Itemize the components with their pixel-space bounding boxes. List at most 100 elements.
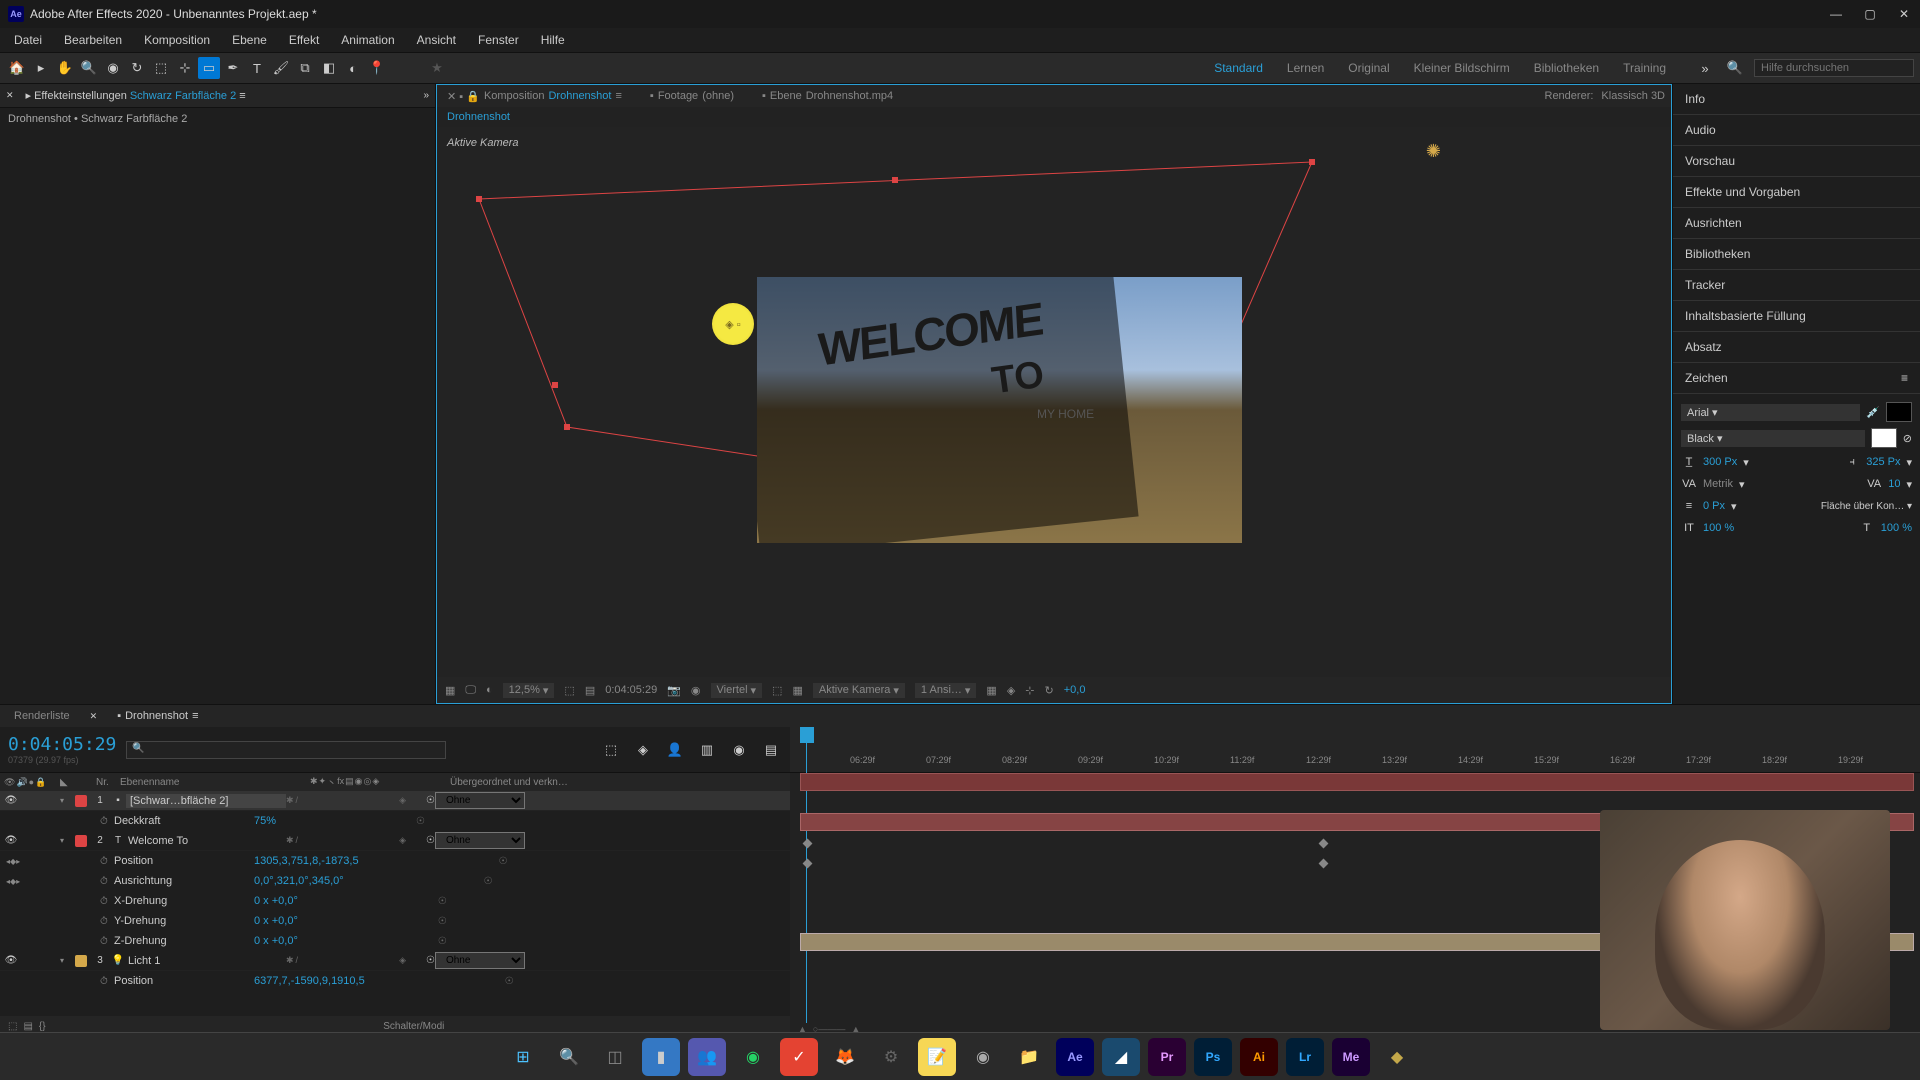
panel-bibliotheken[interactable]: Bibliotheken	[1673, 239, 1920, 270]
mask-icon[interactable]: ◐	[486, 684, 493, 696]
layer-name[interactable]: [Schwar…bfläche 2]	[126, 794, 286, 808]
pen-tool[interactable]: ✒	[222, 57, 244, 79]
selection-tool[interactable]: ▸	[30, 57, 52, 79]
property-row[interactable]: ⏱Y-Drehung0 x +0,0°☉	[0, 911, 790, 931]
panel-vorschau[interactable]: Vorschau	[1673, 146, 1920, 177]
layer-color-label[interactable]	[75, 795, 87, 807]
task-view-button[interactable]: ◫	[596, 1038, 634, 1076]
expression-pickwhip-icon[interactable]: ☉	[505, 976, 514, 987]
graph-editor-icon[interactable]: ▤	[760, 739, 782, 761]
view-camera-dropdown[interactable]: Aktive Kamera ▾	[813, 683, 905, 698]
vscale-value[interactable]: 100 %	[1703, 522, 1734, 534]
hand-tool[interactable]: ✋	[54, 57, 76, 79]
shy-icon[interactable]: ◣	[60, 777, 68, 788]
expression-pickwhip-icon[interactable]: ☉	[438, 896, 447, 907]
stopwatch-icon[interactable]: ⏱	[100, 896, 114, 907]
camera-tool[interactable]: ⬚	[150, 57, 172, 79]
video-column-icon[interactable]: 👁	[4, 777, 15, 788]
close-tab-icon[interactable]: ✕	[6, 90, 14, 101]
panel-audio[interactable]: Audio	[1673, 115, 1920, 146]
switch-icon[interactable]: ✦	[319, 776, 327, 789]
light-icon[interactable]: ✺	[1426, 141, 1441, 162]
switch[interactable]: ✱	[286, 835, 294, 846]
property-value[interactable]: 6377,7,-1590,9,1910,5	[254, 975, 365, 987]
layer-row[interactable]: 👁▾1▪[Schwar…bfläche 2]✱ /◈☉Ohne	[0, 791, 790, 811]
stopwatch-icon[interactable]: ⏱	[100, 976, 114, 987]
app-firefox[interactable]: 🦊	[826, 1038, 864, 1076]
toggle-modes-icon[interactable]: ▤	[23, 1021, 32, 1032]
clone-tool[interactable]: ⧉	[294, 57, 316, 79]
switch-icon[interactable]: fx	[337, 776, 344, 789]
no-color-icon[interactable]: ⊘	[1903, 432, 1912, 445]
leading-value[interactable]: 325 Px	[1866, 456, 1900, 468]
parent-dropdown[interactable]: Ohne	[435, 952, 525, 969]
snapshot-icon[interactable]: 📷	[667, 684, 681, 697]
menu-bearbeiten[interactable]: Bearbeiten	[54, 30, 132, 50]
property-value[interactable]: 0 x +0,0°	[254, 915, 298, 927]
tab-close-icon[interactable]: ✕	[90, 711, 98, 722]
type-tool[interactable]: T	[246, 57, 268, 79]
property-value[interactable]: 0 x +0,0°	[254, 935, 298, 947]
stroke-color-swatch[interactable]	[1871, 428, 1897, 448]
panel-effekte-und-vorgaben[interactable]: Effekte und Vorgaben	[1673, 177, 1920, 208]
switch-icon[interactable]: ◈	[372, 776, 379, 789]
effect-controls-tab[interactable]: ▸ Effekteinstellungen Schwarz Farbfläche…	[18, 86, 254, 105]
font-style-dropdown[interactable]: Black ▾	[1681, 430, 1865, 447]
composition-viewport[interactable]: Aktive Kamera ✺ WELCOME TO MY HOME ◈ ▫	[437, 127, 1671, 677]
app-whatsapp[interactable]: ◉	[734, 1038, 772, 1076]
time-display[interactable]: 0:04:05:29	[605, 684, 657, 696]
app-media-encoder-alt[interactable]: ◢	[1102, 1038, 1140, 1076]
next-keyframe-icon[interactable]: ▸	[16, 877, 20, 886]
zoom-dropdown[interactable]: 12,5% ▾	[503, 683, 555, 698]
expression-pickwhip-icon[interactable]: ☉	[416, 816, 425, 827]
switch-icon[interactable]: ◎	[364, 776, 372, 789]
pixel-aspect-icon[interactable]: ▦	[986, 684, 996, 697]
roto-tool[interactable]: ◐	[342, 57, 364, 79]
keyframe-diamond[interactable]	[803, 839, 813, 849]
next-keyframe-icon[interactable]: ▸	[16, 857, 20, 866]
start-button[interactable]: ⊞	[504, 1038, 542, 1076]
keyframe-diamond[interactable]	[1319, 839, 1329, 849]
font-size-value[interactable]: 300 Px	[1703, 456, 1737, 468]
layer-color-label[interactable]	[75, 955, 87, 967]
expression-pickwhip-icon[interactable]: ☉	[438, 916, 447, 927]
frame-blend-icon[interactable]: ▥	[696, 739, 718, 761]
app-media-encoder[interactable]: Me	[1332, 1038, 1370, 1076]
audio-column-icon[interactable]: 🔊	[16, 777, 27, 788]
pickwhip-icon[interactable]: ☉	[426, 795, 435, 806]
switch[interactable]: ✱	[286, 955, 294, 966]
toggle-in-out-icon[interactable]: {}	[39, 1021, 46, 1032]
comp-tab-komposition[interactable]: ✕ ▪ 🔒 Komposition Drohnenshot ≡	[443, 88, 626, 105]
app-premiere[interactable]: Pr	[1148, 1038, 1186, 1076]
motion-blur-icon[interactable]: ◉	[728, 739, 750, 761]
property-value[interactable]: 75%	[254, 815, 276, 827]
switch[interactable]: /	[296, 795, 299, 806]
property-row[interactable]: ⏱X-Drehung0 x +0,0°☉	[0, 891, 790, 911]
switch-icon[interactable]: ✱	[310, 776, 318, 789]
twirl-icon[interactable]: ▾	[60, 836, 72, 845]
workspace-original[interactable]: Original	[1348, 61, 1389, 75]
menu-komposition[interactable]: Komposition	[134, 30, 220, 50]
menu-datei[interactable]: Datei	[4, 30, 52, 50]
layer-name[interactable]: Welcome To	[126, 835, 286, 847]
help-search-input[interactable]	[1754, 59, 1914, 77]
current-timecode[interactable]: 0:04:05:29	[8, 734, 116, 755]
refresh-icon[interactable]: ↻	[1045, 684, 1054, 697]
menu-fenster[interactable]: Fenster	[468, 30, 529, 50]
rectangle-tool[interactable]: ▭	[198, 57, 220, 79]
fill-color-swatch[interactable]	[1886, 402, 1912, 422]
panel-menu-icon[interactable]: ≡	[1901, 371, 1908, 385]
workspace-kleiner bildschirm[interactable]: Kleiner Bildschirm	[1414, 61, 1510, 75]
expression-pickwhip-icon[interactable]: ☉	[499, 856, 508, 867]
kerning-value[interactable]: Metrik	[1703, 478, 1733, 490]
keyframe-diamond[interactable]	[803, 859, 813, 869]
layer-search-input[interactable]	[126, 741, 446, 759]
parent-dropdown[interactable]: Ohne	[435, 832, 525, 849]
twirl-icon[interactable]: ▾	[60, 956, 72, 965]
pickwhip-icon[interactable]: ☉	[426, 835, 435, 846]
close-button[interactable]: ✕	[1896, 6, 1912, 22]
menu-effekt[interactable]: Effekt	[279, 30, 329, 50]
panel-info[interactable]: Info	[1673, 84, 1920, 115]
star-icon[interactable]: ★	[426, 57, 448, 79]
tracking-value[interactable]: 10	[1888, 478, 1900, 490]
